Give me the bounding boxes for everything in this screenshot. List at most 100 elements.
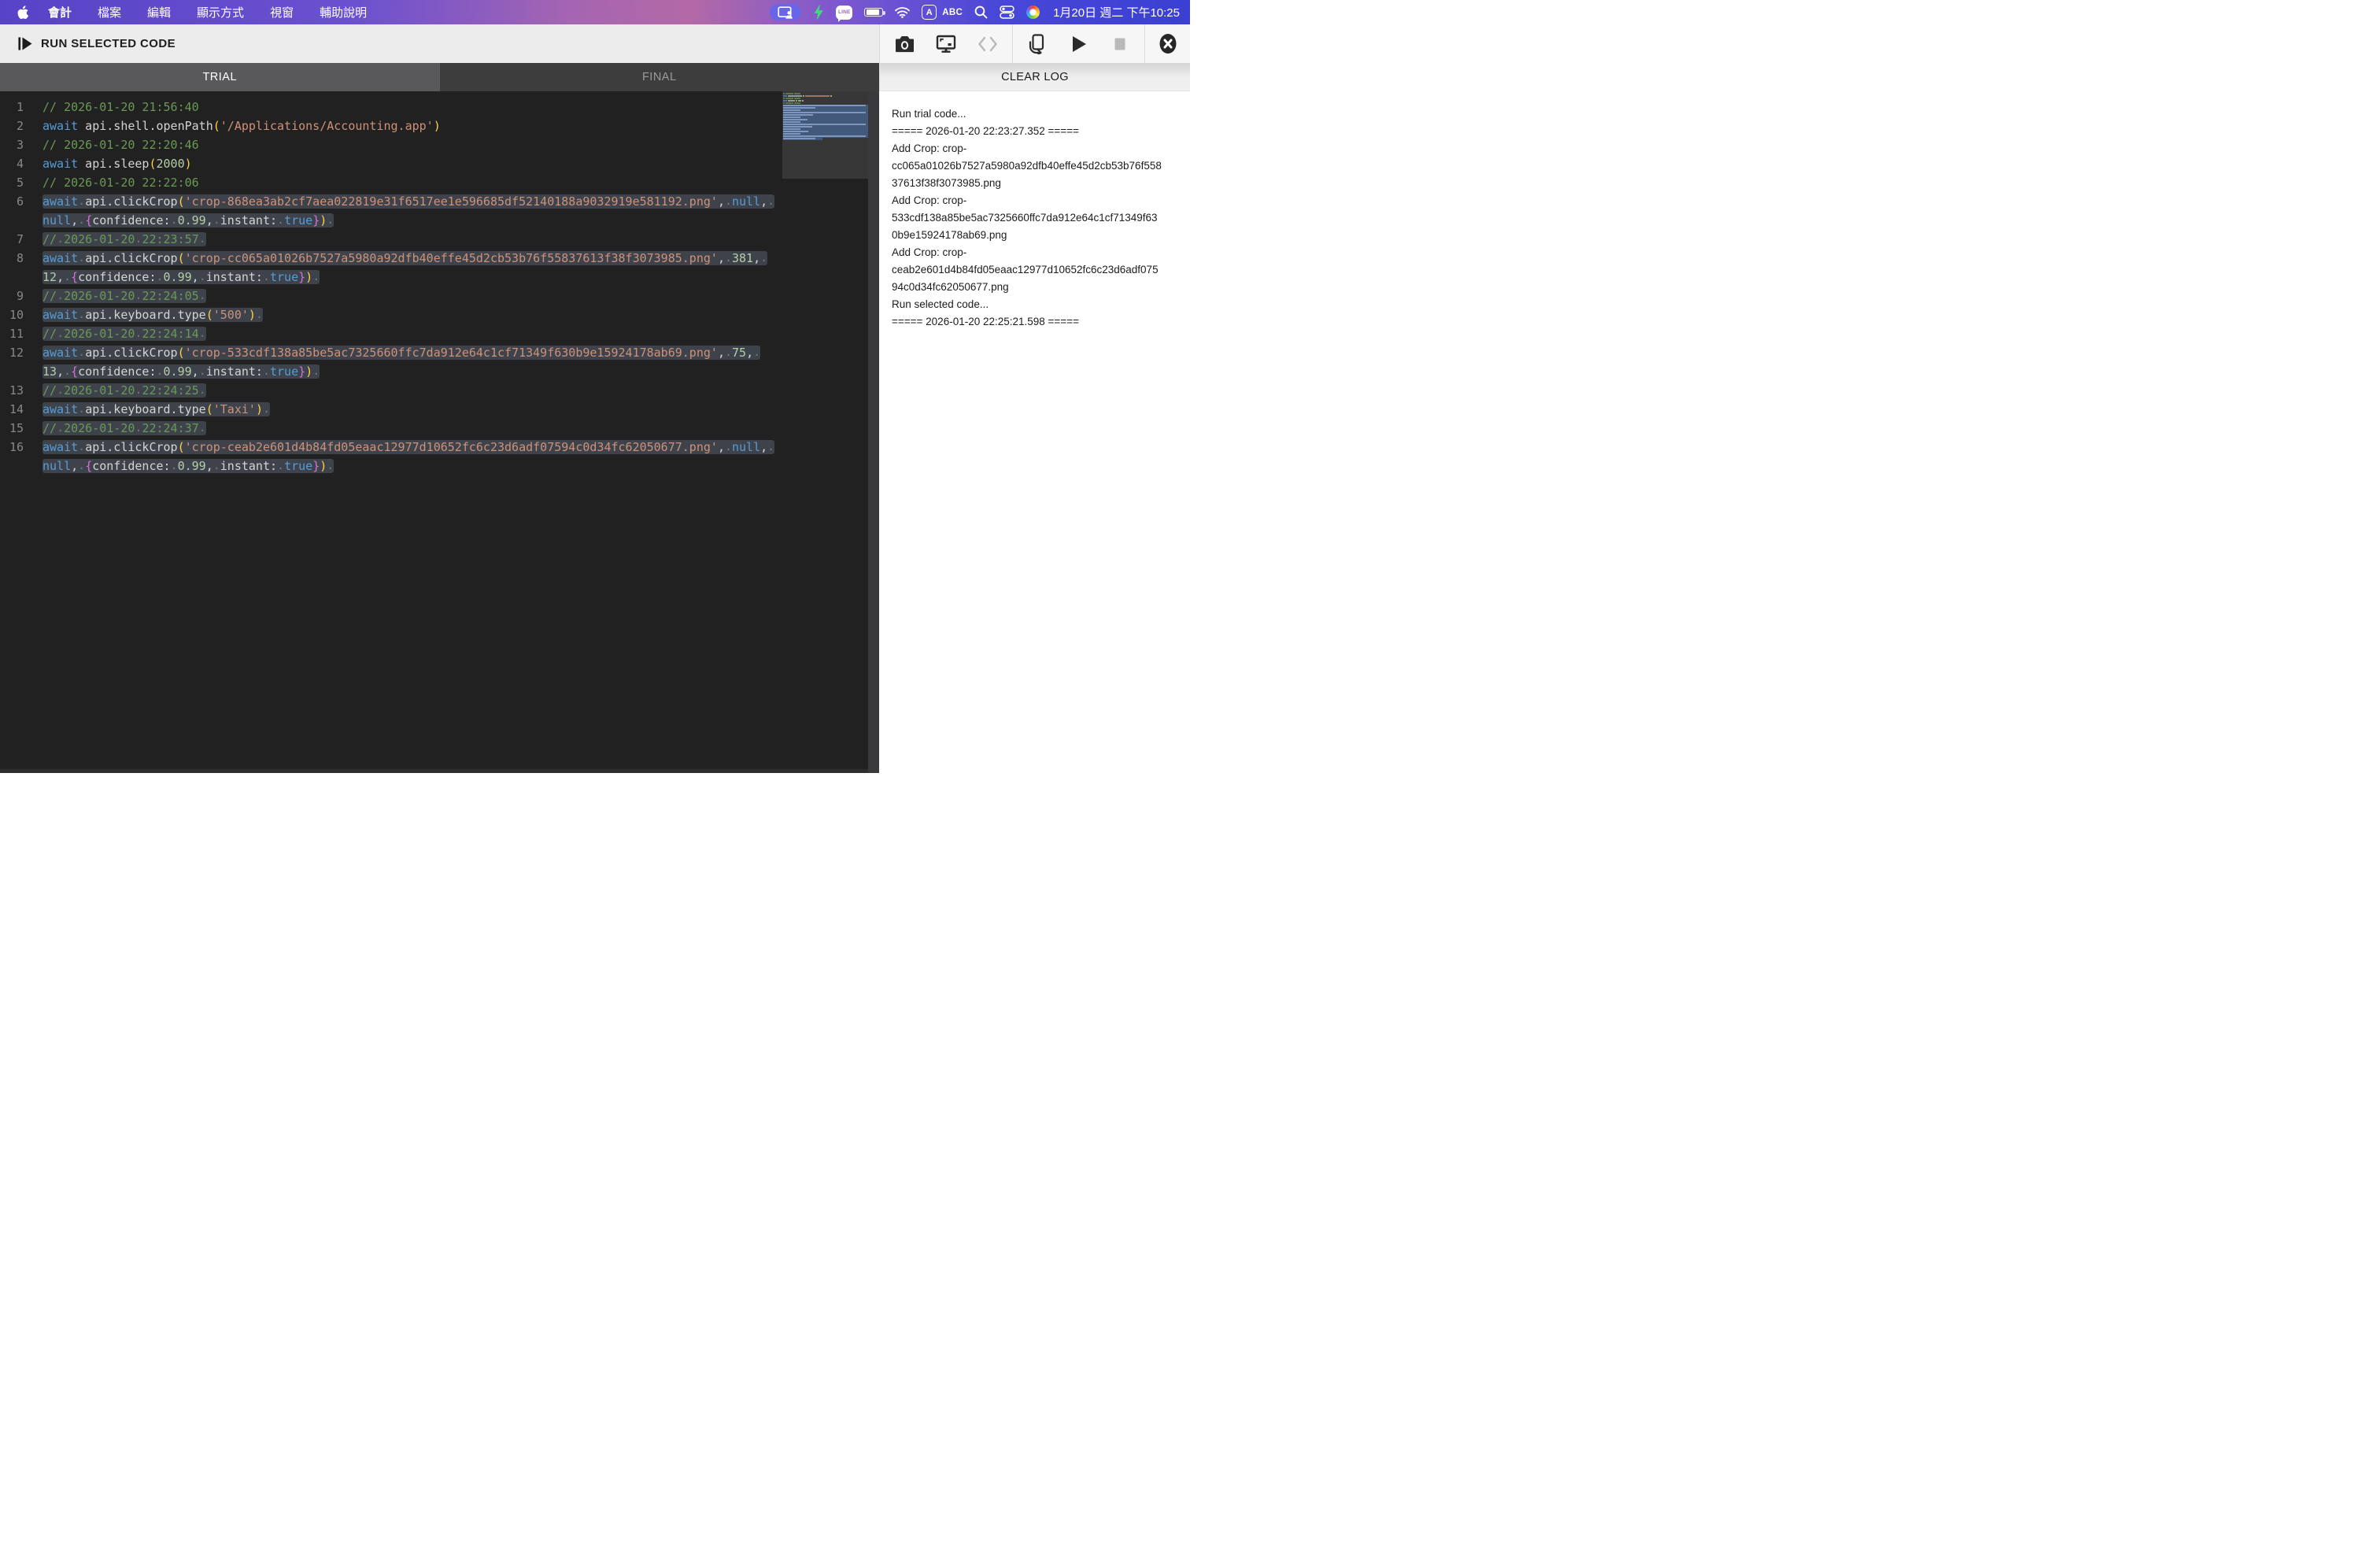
screen-mirroring-icon[interactable] xyxy=(770,4,802,20)
editor-bottom-strip xyxy=(0,769,868,773)
battery-icon[interactable] xyxy=(864,7,885,17)
right-toolbar xyxy=(879,24,1190,63)
minimap[interactable] xyxy=(782,91,868,773)
display-person-icon xyxy=(778,6,793,19)
code-line: 7 // 2026-01-20 22:23:57 xyxy=(0,230,782,249)
code-line: 11 // 2026-01-20 22:24:14 xyxy=(0,324,782,343)
line-number: 10 xyxy=(9,308,24,322)
log-line: 533cdf138a85be5ac7325660ffc7da912e64c1cf… xyxy=(892,212,1158,224)
editor-toolbar: RUN SELECTED CODE xyxy=(0,24,879,63)
code-line: 10 await api.keyboard.type('500') xyxy=(0,305,782,324)
code-line: 4 await api.sleep(2000) xyxy=(0,154,782,173)
log-line: cc065a01026b7527a5980a92dfb40effe45d2cb5… xyxy=(892,160,1162,172)
code-text: await api.keyboard.type('Taxi') xyxy=(42,400,778,419)
stop-button[interactable] xyxy=(1103,28,1136,61)
code-area[interactable]: 1 // 2026-01-20 21:56:40 2 await api.shell.… xyxy=(0,91,782,475)
input-abc-label[interactable]: ABC xyxy=(942,8,963,17)
app-menus: 會計 檔案 編輯 顯示方式 視窗 輔助說明 xyxy=(48,4,367,20)
code-line: 14 await api.keyboard.type('Taxi') xyxy=(0,400,782,419)
menu-item-3[interactable]: 編輯 xyxy=(147,4,171,20)
replay-button[interactable] xyxy=(1021,28,1054,61)
line-number: 2 xyxy=(16,119,24,133)
code-line: 9 // 2026-01-20 22:24:05 xyxy=(0,287,782,305)
run-selected-code-button[interactable]: RUN SELECTED CODE xyxy=(41,37,176,50)
code-line: 12 await api.clickCrop('crop-533cdf138a85… xyxy=(0,343,782,381)
line-number: 6 xyxy=(16,194,24,209)
run-group xyxy=(1013,24,1145,63)
code-text: // 2026-01-20 22:24:14 xyxy=(42,324,778,343)
camera-icon xyxy=(896,35,914,52)
log-line: Add Crop: crop- xyxy=(892,194,967,206)
code-text: await api.clickCrop('crop-cc065a01026b75… xyxy=(42,249,778,287)
line-number: 11 xyxy=(9,327,24,341)
close-button[interactable] xyxy=(1151,28,1184,61)
log-line: Run selected code... xyxy=(892,298,989,310)
stop-icon xyxy=(1114,38,1125,50)
log-line: ceab2e601d4b84fd05eaac12977d10652fc6c23d… xyxy=(892,264,1159,276)
code-text: // 2026-01-20 21:56:40 xyxy=(42,100,199,114)
log-line: Run trial code... xyxy=(892,108,966,120)
apple-icon xyxy=(17,5,28,19)
apple-menu[interactable] xyxy=(10,5,34,20)
status-tray: LINE A ABC 1月20日 週二 下午10:25 xyxy=(770,4,1180,22)
code-text: await api.clickCrop('crop-533cdf138a85be… xyxy=(42,343,778,381)
code-line: 2 await api.shell.openPath('/Applications… xyxy=(0,117,782,135)
line-number: 16 xyxy=(9,440,24,454)
code-line: 16 await api.clickCrop('crop-ceab2e601d4b… xyxy=(0,438,782,475)
code-line: 13 // 2026-01-20 22:24:25 xyxy=(0,381,782,400)
log-line: Add Crop: crop- xyxy=(892,246,967,258)
lightning-bolt-icon[interactable] xyxy=(813,4,824,20)
code-line: 1 // 2026-01-20 21:56:40 xyxy=(0,98,782,117)
colorful-app-icon[interactable] xyxy=(1026,6,1040,19)
close-icon xyxy=(1159,34,1176,54)
code-editor[interactable]: 1 // 2026-01-20 21:56:40 2 await api.shell.… xyxy=(0,91,879,773)
code-line: 15 // 2026-01-20 22:24:37 xyxy=(0,419,782,438)
clear-log-button[interactable]: CLEAR LOG xyxy=(879,63,1190,91)
search-icon[interactable] xyxy=(974,6,988,19)
control-center-icon[interactable] xyxy=(1000,6,1014,19)
code-view-button[interactable] xyxy=(971,28,1004,61)
code-text: await api.clickCrop('crop-868ea3ab2cf7ae… xyxy=(42,192,778,230)
line-number: 7 xyxy=(16,232,24,246)
menu-item-4[interactable]: 顯示方式 xyxy=(197,4,244,20)
tab-bar: TRIAL FINAL xyxy=(0,63,879,91)
display-capture-icon xyxy=(936,35,956,53)
camera-button[interactable] xyxy=(889,28,922,61)
log-line: 94c0d34fc62050677.png xyxy=(892,281,1009,293)
tab-trial[interactable]: TRIAL xyxy=(0,63,440,91)
menubar-clock[interactable]: 1月20日 週二 下午10:25 xyxy=(1053,4,1180,20)
run-selected-icon xyxy=(18,37,32,50)
input-source-icon[interactable]: A xyxy=(922,5,937,20)
line-app-icon[interactable]: LINE xyxy=(836,5,853,22)
code-text: await api.sleep(2000) xyxy=(42,157,192,171)
code-line: 5 // 2026-01-20 22:22:06 xyxy=(0,173,782,192)
minimap-line xyxy=(783,138,822,140)
editor-right-gutter xyxy=(868,91,879,773)
log-panel: Run trial code... ===== 2026-01-20 22:23:… xyxy=(879,91,1190,773)
capture-group xyxy=(880,24,1013,63)
minimap-rows xyxy=(783,93,868,140)
code-text: await api.shell.openPath('/Applications/… xyxy=(42,119,441,133)
menu-item-2[interactable]: 檔案 xyxy=(98,4,121,20)
tab-final[interactable]: FINAL xyxy=(439,63,879,91)
line-number: 15 xyxy=(9,421,24,435)
line-number: 4 xyxy=(16,157,24,171)
line-number: 1 xyxy=(16,100,24,114)
code-text: // 2026-01-20 22:24:25 xyxy=(42,381,778,400)
input-letter: A xyxy=(926,7,933,17)
code-text: await api.keyboard.type('500') xyxy=(42,305,778,324)
menu-bar: 會計 檔案 編輯 顯示方式 視窗 輔助說明 LINE A ABC 1月20日 週… xyxy=(0,0,1190,24)
menu-item-1[interactable]: 會計 xyxy=(48,4,72,20)
code-brackets-icon xyxy=(978,36,997,51)
play-icon xyxy=(1072,35,1086,52)
code-text: // 2026-01-20 22:24:05 xyxy=(42,287,778,305)
log-line: ===== 2026-01-20 22:23:27.352 ===== xyxy=(892,125,1079,137)
play-button[interactable] xyxy=(1062,28,1096,61)
menu-item-5[interactable]: 視窗 xyxy=(270,4,294,20)
line-number: 8 xyxy=(16,251,24,265)
screen-capture-button[interactable] xyxy=(929,28,963,61)
code-text: // 2026-01-20 22:22:06 xyxy=(42,176,199,190)
line-number: 13 xyxy=(9,383,24,398)
menu-item-6[interactable]: 輔助說明 xyxy=(320,4,367,20)
wifi-icon[interactable] xyxy=(895,6,911,18)
